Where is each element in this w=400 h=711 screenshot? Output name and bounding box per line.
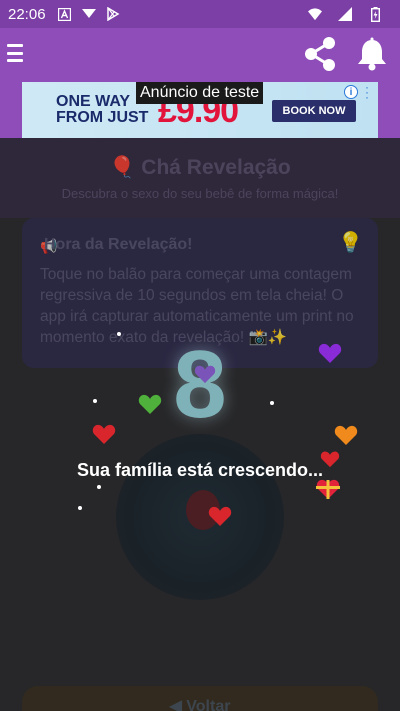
ad-book-now-button[interactable]: BOOK NOW — [272, 100, 356, 122]
battery-icon — [368, 6, 382, 22]
play-store-icon — [106, 7, 120, 21]
wifi-icon — [308, 7, 322, 21]
a-icon — [58, 7, 72, 21]
download-icon — [81, 7, 96, 21]
status-time: 22:06 — [8, 5, 46, 23]
ad-headline-2: FROM JUST — [56, 109, 149, 126]
red-heart-icon — [320, 451, 340, 468]
purple-heart-icon — [318, 343, 342, 363]
sparkle-dot — [117, 332, 121, 336]
menu-icon[interactable] — [7, 44, 23, 62]
ad-test-label: Anúncio de teste — [136, 82, 264, 104]
countdown-number: 8 — [173, 331, 227, 438]
countdown-message: Sua família está crescendo... — [76, 460, 324, 480]
sparkle-dot — [78, 506, 82, 510]
ad-more-icon[interactable]: · · · — [364, 82, 370, 103]
ad-info-icon[interactable]: i — [344, 85, 358, 99]
gift-heart-icon — [316, 479, 340, 499]
red-heart-icon — [92, 424, 116, 444]
green-heart-icon — [138, 394, 162, 414]
red-heart-icon — [208, 506, 232, 526]
sparkle-dot — [97, 485, 101, 489]
ad-headline-1: ONE WAY — [56, 93, 131, 110]
purple-heart-icon — [194, 365, 216, 384]
share-icon[interactable] — [300, 34, 340, 74]
sparkle-dot — [93, 399, 97, 403]
app-bar — [0, 28, 400, 82]
status-bar: 22:06 — [0, 0, 400, 28]
sparkle-dot — [270, 401, 274, 405]
orange-heart-icon — [334, 425, 358, 445]
bell-icon[interactable] — [354, 36, 390, 72]
signal-icon — [338, 7, 352, 21]
